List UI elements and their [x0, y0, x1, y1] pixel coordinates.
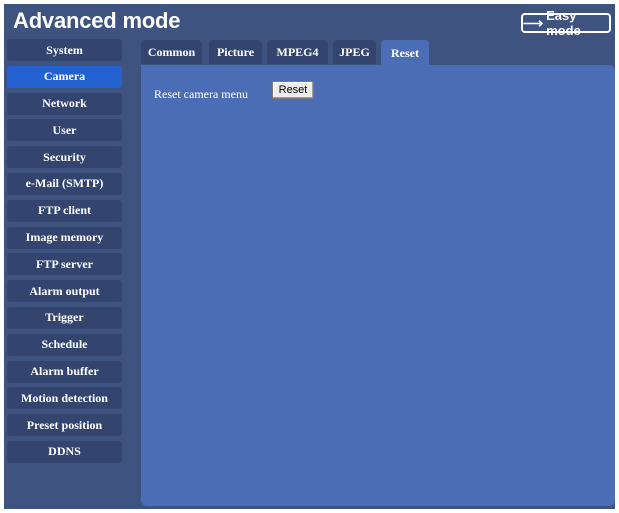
tab-reset[interactable]: Reset — [381, 40, 429, 67]
sidebar-item-ftp-server[interactable]: FTP server — [7, 253, 122, 276]
tab-common[interactable]: Common — [141, 40, 202, 64]
sidebar-item-email-smtp[interactable]: e-Mail (SMTP) — [7, 172, 122, 195]
content-panel: Reset camera menu Reset — [141, 65, 615, 506]
tab-picture[interactable]: Picture — [209, 40, 262, 64]
sidebar-item-motion-detection[interactable]: Motion detection — [7, 387, 122, 410]
reset-camera-menu-label: Reset camera menu — [154, 87, 248, 101]
sidebar-item-security[interactable]: Security — [7, 146, 122, 169]
sidebar-item-camera[interactable]: Camera — [7, 65, 122, 88]
sidebar-item-user[interactable]: User — [7, 119, 122, 142]
easy-mode-button[interactable]: ⟶ Easy mode — [521, 8, 611, 38]
app-window: Advanced mode ⟶ Easy mode System Camera … — [4, 4, 615, 509]
arrow-right-icon: ⟶ — [523, 15, 544, 31]
tab-jpeg[interactable]: JPEG — [333, 40, 376, 64]
sidebar-item-alarm-buffer[interactable]: Alarm buffer — [7, 360, 122, 383]
sidebar-item-system[interactable]: System — [7, 39, 122, 61]
sidebar-item-ddns[interactable]: DDNS — [7, 440, 122, 463]
sidebar-item-image-memory[interactable]: Image memory — [7, 226, 122, 249]
reset-button[interactable]: Reset — [272, 81, 314, 99]
sidebar-item-schedule[interactable]: Schedule — [7, 333, 122, 356]
tab-mpeg4[interactable]: MPEG4 — [267, 40, 328, 64]
page-title: Advanced mode — [13, 8, 181, 33]
sidebar-item-trigger[interactable]: Trigger — [7, 306, 122, 329]
sidebar-item-network[interactable]: Network — [7, 92, 122, 115]
sidebar-item-ftp-client[interactable]: FTP client — [7, 199, 122, 222]
sidebar: System Camera Network User Security e-Ma… — [7, 39, 122, 468]
sidebar-item-alarm-output[interactable]: Alarm output — [7, 280, 122, 303]
easy-mode-label: Easy mode — [546, 8, 581, 38]
sidebar-item-preset-position[interactable]: Preset position — [7, 414, 122, 437]
